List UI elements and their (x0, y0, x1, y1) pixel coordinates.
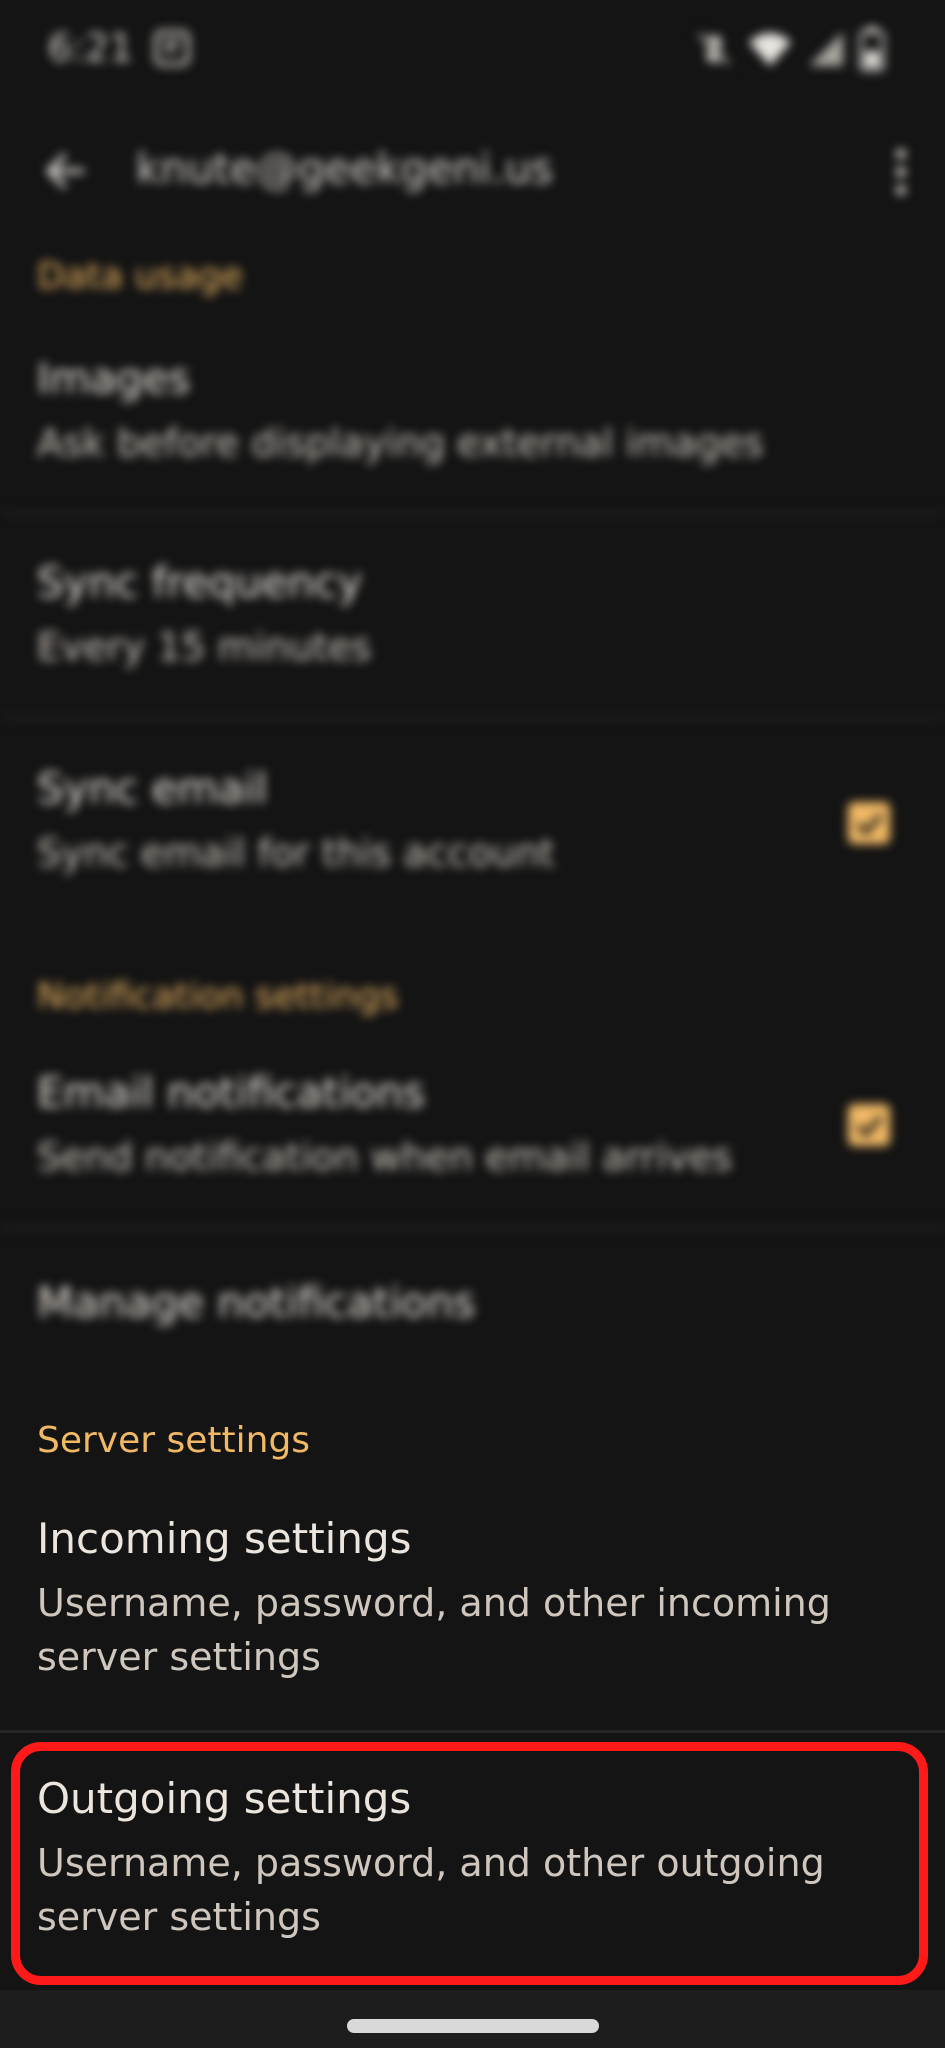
setting-title: Sync email (37, 764, 268, 813)
setting-title: Images (37, 354, 191, 403)
setting-sync-email[interactable]: Sync email Sync email for this account (0, 750, 945, 920)
notification-icon (152, 28, 192, 68)
setting-manage-notifications[interactable]: Manage notifications (0, 1256, 945, 1366)
back-arrow-icon[interactable] (38, 144, 92, 198)
app-bar: knute@geekgeni.us (0, 120, 945, 220)
setting-title: Manage notifications (37, 1278, 476, 1327)
wifi-icon (747, 30, 793, 68)
more-options-icon[interactable] (891, 144, 911, 200)
navigation-bar (0, 1990, 945, 2048)
setting-incoming[interactable]: Incoming settings Username, password, an… (0, 1500, 945, 1730)
setting-summary-line: Username, password, and other incoming (37, 1581, 831, 1625)
setting-title: Sync frequency (37, 558, 363, 607)
setting-summary: Every 15 minutes (37, 625, 372, 669)
setting-summary: Ask before displaying external images (37, 421, 764, 465)
divider (0, 1226, 945, 1229)
setting-title: Incoming settings (37, 1514, 412, 1563)
status-time: 6:21 (48, 26, 134, 70)
highlight-outgoing-settings (11, 1742, 928, 1985)
gesture-handle[interactable] (347, 2019, 599, 2033)
sync-email-checkbox[interactable] (848, 802, 890, 844)
divider (0, 1730, 945, 1733)
setting-email-notifications[interactable]: Email notifications Send notification wh… (0, 1056, 945, 1226)
vibrate-off-icon (695, 30, 733, 68)
setting-sync-frequency[interactable]: Sync frequency Every 15 minutes (0, 546, 945, 716)
battery-icon (859, 27, 885, 71)
cell-signal-icon (807, 30, 845, 68)
account-title: knute@geekgeni.us (136, 144, 554, 193)
section-header-server-settings: Server settings (37, 1420, 311, 1461)
divider (0, 512, 945, 515)
divider (0, 716, 945, 719)
setting-images[interactable]: Images Ask before displaying external im… (0, 340, 945, 510)
setting-summary: Send notification when email arrives (37, 1135, 733, 1179)
email-notifications-checkbox[interactable] (848, 1104, 890, 1146)
setting-summary-line: server settings (37, 1635, 321, 1679)
status-bar: 6:21 (0, 0, 945, 100)
setting-title: Email notifications (37, 1068, 425, 1117)
status-icons (695, 26, 885, 72)
section-header-data-usage: Data usage (37, 256, 244, 297)
setting-summary: Sync email for this account (37, 831, 555, 875)
section-header-notification-settings: Notification settings (37, 976, 399, 1017)
